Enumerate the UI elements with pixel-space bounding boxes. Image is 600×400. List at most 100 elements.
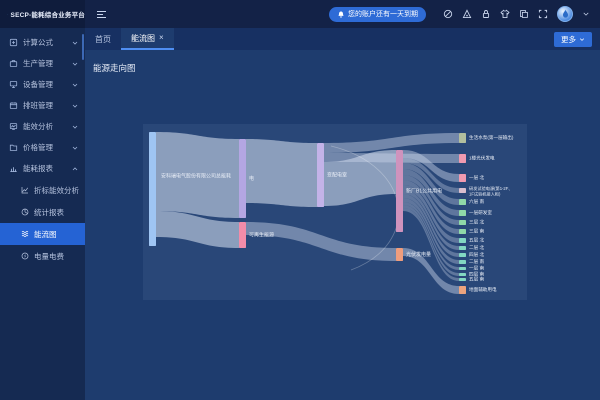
sidebar-item-production[interactable]: 生产管理 — [0, 53, 85, 74]
schedule-icon — [9, 101, 18, 110]
chevron-up-icon — [72, 167, 78, 171]
sankey-node-label: 可再生能源 — [249, 231, 274, 238]
sankey-node-f4s[interactable] — [459, 273, 466, 276]
chevron-down-icon — [72, 125, 78, 129]
sidebar-scrollbar[interactable] — [82, 34, 84, 60]
sankey-node-f2n[interactable] — [459, 246, 466, 250]
sankey-node-label: 三层 南 — [469, 228, 484, 235]
sankey-node-company[interactable] — [149, 132, 156, 246]
sankey-node-f5n[interactable] — [459, 238, 466, 243]
sidebar-item-efficiency[interactable]: 能效分析 — [0, 116, 85, 137]
sankey-node-label: 生活水泵(第一层输出) — [469, 134, 514, 141]
top-header: SECP-能耗综合业务平台 您的账户还有一天到期 — [0, 0, 600, 28]
sankey-node-pv1f[interactable] — [459, 154, 466, 163]
sankey-node-f3s[interactable] — [459, 229, 466, 234]
chevron-down-icon — [72, 104, 78, 108]
price-icon — [9, 143, 18, 152]
logo-text: SECP-能耗综合业务平台 — [11, 9, 85, 19]
more-button-label: 更多 — [561, 34, 576, 45]
sidebar-subitem-label: 折标能效分析 — [34, 185, 79, 196]
sidebar-subitem-label: 能流图 — [34, 229, 57, 240]
sankey-node-label: 地面辅助用电 — [469, 286, 497, 293]
sankey-node-elec[interactable] — [239, 139, 246, 218]
sidebar-subitem-coal-analysis[interactable]: 折标能效分析 — [0, 179, 85, 201]
sankey-node-renew[interactable] — [239, 222, 246, 248]
sidebar-item-label: 排班管理 — [23, 100, 53, 111]
header-toolbar: 您的账户还有一天到期 — [329, 6, 600, 22]
sankey-node-plantB1[interactable] — [396, 150, 403, 232]
sidebar-item-label: 生产管理 — [23, 58, 53, 69]
production-icon — [9, 59, 18, 68]
lock-icon[interactable] — [481, 9, 491, 19]
device-icon — [9, 80, 18, 89]
sidebar-item-schedule[interactable]: 排班管理 — [0, 95, 85, 116]
sidebar-item-label: 价格管理 — [23, 142, 53, 153]
sankey-node-label: 安科瑞电气股份有限公司总能耗 — [161, 172, 231, 179]
sankey-node-pump[interactable] — [459, 133, 466, 143]
formula-icon — [9, 38, 18, 47]
stats-icon — [21, 208, 29, 216]
sidebar-item-energy-report[interactable]: 能耗报表 — [0, 158, 85, 179]
chevron-down-icon — [72, 41, 78, 45]
sidebar-subitem-electricity-fee[interactable]: 电量电费 — [0, 245, 85, 267]
sankey-node-f4n[interactable] — [459, 253, 466, 257]
sankey-node-f1s[interactable] — [459, 267, 466, 270]
slash-circle-icon[interactable] — [443, 9, 453, 19]
sankey-node-f1rd[interactable] — [459, 210, 466, 216]
flask-icon[interactable] — [462, 9, 472, 19]
chevron-down-icon[interactable] — [582, 11, 590, 17]
sankey-node-f2s[interactable] — [459, 260, 466, 264]
sankey-node-pv[interactable] — [396, 248, 403, 261]
sankey-node-f5s[interactable] — [459, 278, 466, 281]
sankey-node-label: 一层 南 — [469, 265, 484, 272]
chevron-down-icon — [579, 37, 585, 42]
sankey-node-label: 变配电室 — [327, 171, 347, 178]
sankey-link-renew-pv[interactable] — [246, 222, 396, 261]
sidebar-item-formula[interactable]: 计算公式 — [0, 32, 85, 53]
sankey-node-f1n[interactable] — [459, 174, 466, 182]
flame-icon — [7, 9, 8, 20]
sankey-node-label: 三层 北 — [469, 219, 484, 226]
chevron-down-icon — [72, 83, 78, 87]
sankey-node-label: 光伏发电量 — [406, 251, 431, 258]
sankey-node-f3n[interactable] — [459, 220, 466, 225]
line-chart-icon — [21, 186, 29, 194]
tab-energy-flow[interactable]: 能流图 × — [121, 28, 174, 50]
fullscreen-icon[interactable] — [538, 9, 548, 19]
menu-collapse-icon[interactable] — [96, 10, 107, 19]
sankey-node-label: 二层 北 — [469, 244, 484, 251]
sidebar-item-device[interactable]: 设备管理 — [0, 74, 85, 95]
sidebar-item-label: 能效分析 — [23, 121, 53, 132]
theme-icon[interactable] — [500, 9, 510, 19]
sidebar-subitem-energy-flow[interactable]: 能流图 — [0, 223, 85, 245]
copy-icon[interactable] — [519, 9, 529, 19]
report-icon — [9, 164, 18, 173]
sankey-node-label: 一层研发室 — [469, 209, 492, 216]
sankey-node-label: 五层 北 — [469, 237, 484, 244]
more-button[interactable]: 更多 — [554, 32, 592, 47]
sidebar-item-price[interactable]: 价格管理 — [0, 137, 85, 158]
efficiency-icon — [9, 122, 18, 131]
sankey-node-aux[interactable] — [459, 286, 466, 294]
sankey-link-elec-dist[interactable] — [246, 139, 317, 207]
avatar-logo-icon — [561, 9, 570, 19]
app-logo: SECP-能耗综合业务平台 — [0, 0, 85, 28]
tab-label: 能流图 — [131, 33, 155, 44]
chevron-down-icon — [72, 146, 78, 150]
tab-home[interactable]: 首页 — [85, 28, 121, 50]
sankey-node-label: 1F试验机接入柜) — [469, 190, 501, 197]
app-window: SECP-能耗综合业务平台 您的账户还有一天到期 — [0, 0, 600, 400]
close-icon[interactable]: × — [159, 34, 164, 42]
sankey-node-label: 1楼光伏发电 — [469, 155, 495, 162]
user-avatar[interactable] — [557, 6, 573, 22]
tab-bar: 首页 能流图 × 更多 — [85, 28, 600, 50]
sidebar-nav: 计算公式 生产管理 设备管理 — [0, 28, 85, 400]
sankey-node-rd[interactable] — [459, 188, 466, 193]
account-expiry-notice[interactable]: 您的账户还有一天到期 — [329, 7, 426, 22]
sankey-node-label: 六层 南 — [469, 198, 484, 205]
sankey-node-dist[interactable] — [317, 143, 324, 207]
sidebar-subitem-stats-report[interactable]: 统计报表 — [0, 201, 85, 223]
sidebar-subitem-label: 统计报表 — [34, 207, 64, 218]
sankey-node-f6s[interactable] — [459, 199, 466, 205]
tab-label: 首页 — [95, 34, 111, 45]
